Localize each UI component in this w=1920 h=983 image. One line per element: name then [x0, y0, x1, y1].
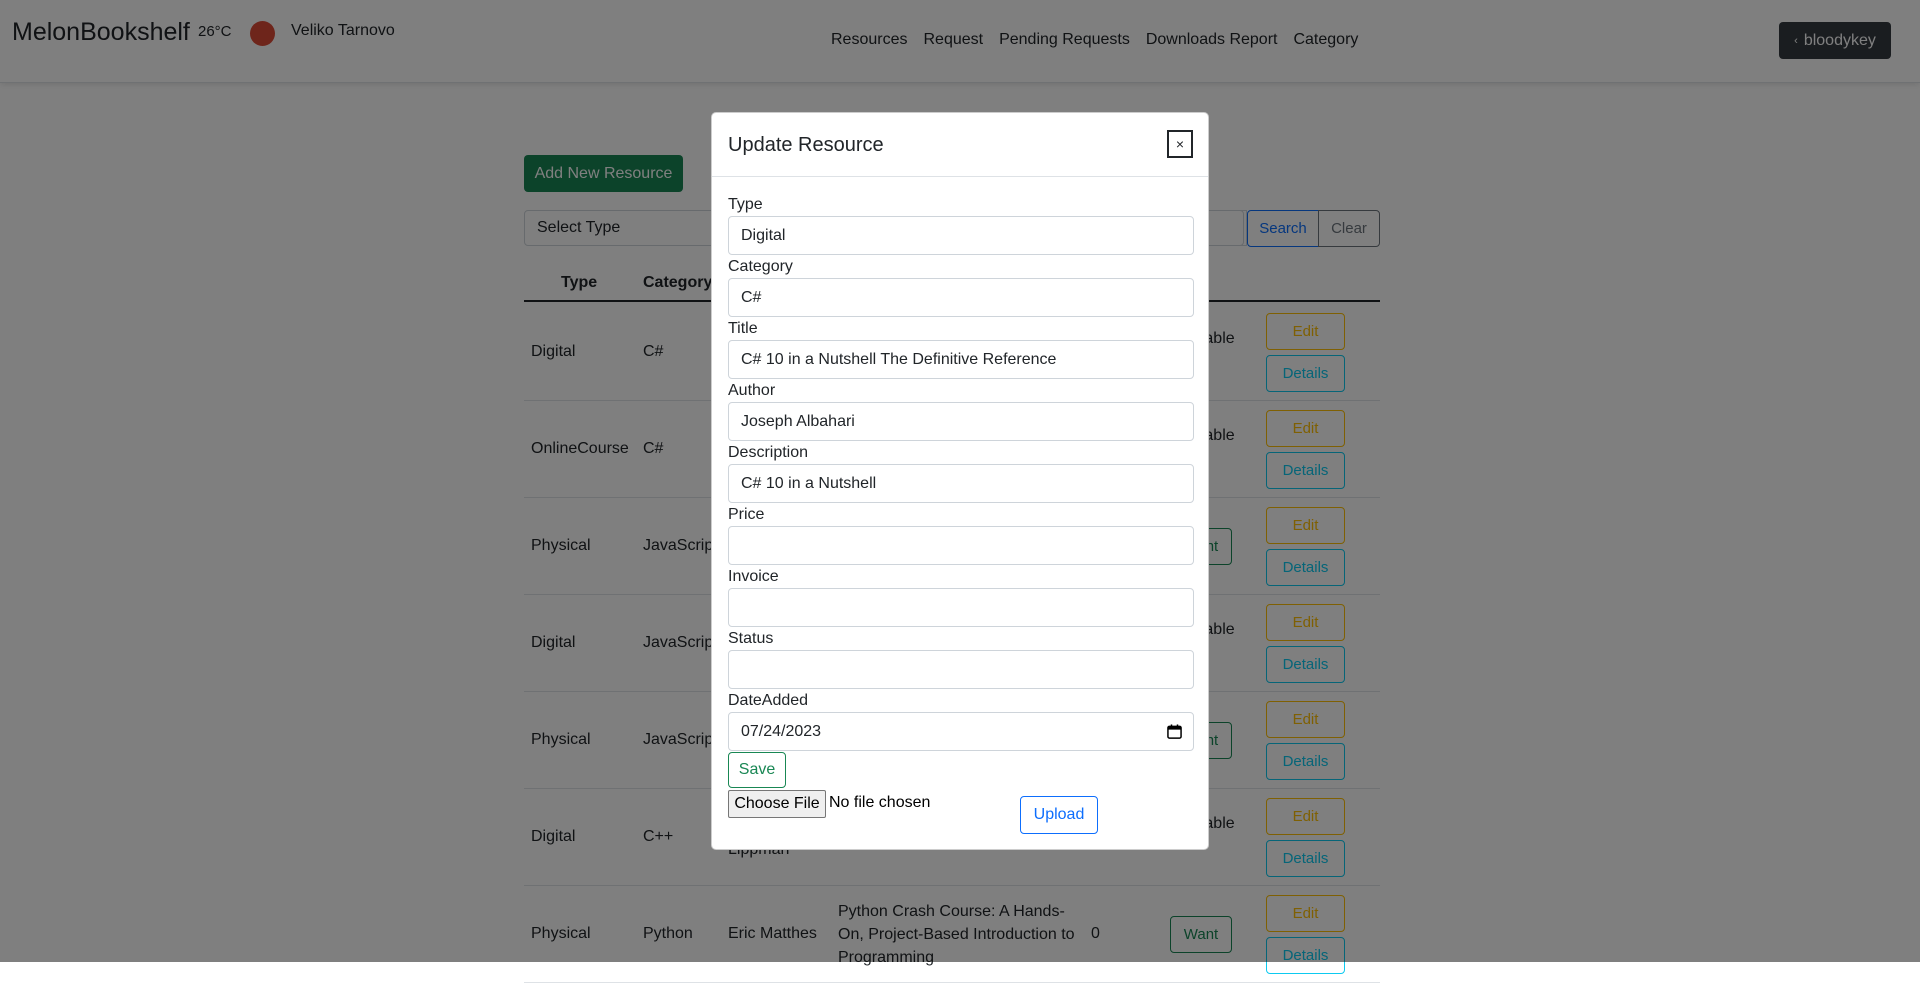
date-added-value: 07/24/2023	[741, 723, 822, 740]
title-input[interactable]: C# 10 in a Nutshell The Definitive Refer…	[728, 340, 1194, 379]
choose-file-button[interactable]: Choose File	[728, 790, 826, 818]
category-input[interactable]: C#	[728, 278, 1194, 317]
invoice-label: Invoice	[728, 568, 779, 585]
type-input[interactable]: Digital	[728, 216, 1194, 255]
close-icon: ×	[1175, 136, 1185, 152]
price-label: Price	[728, 506, 765, 523]
status-input[interactable]	[728, 650, 1194, 689]
description-label: Description	[728, 444, 809, 461]
upload-button[interactable]: Upload	[1020, 796, 1098, 834]
price-input[interactable]	[728, 526, 1194, 565]
close-button[interactable]: ×	[1167, 130, 1193, 158]
author-label: Author	[728, 382, 776, 399]
status-label: Status	[728, 630, 774, 647]
modal-title: Update Resource	[728, 134, 884, 156]
calendar-icon[interactable]	[1167, 724, 1182, 739]
category-label: Category	[728, 258, 793, 275]
date-added-label: DateAdded	[728, 692, 809, 709]
invoice-input[interactable]	[728, 588, 1194, 627]
modal-header: Update Resource ×	[712, 113, 1208, 177]
save-button[interactable]: Save	[728, 752, 786, 788]
title-label: Title	[728, 320, 758, 337]
description-input[interactable]: C# 10 in a Nutshell	[728, 464, 1194, 503]
author-input[interactable]: Joseph Albahari	[728, 402, 1194, 441]
type-label: Type	[728, 196, 763, 213]
update-resource-modal: Update Resource × Type Digital Category …	[711, 112, 1209, 850]
file-status-text: No file chosen	[829, 794, 931, 811]
date-added-input[interactable]: 07/24/2023	[728, 712, 1194, 751]
